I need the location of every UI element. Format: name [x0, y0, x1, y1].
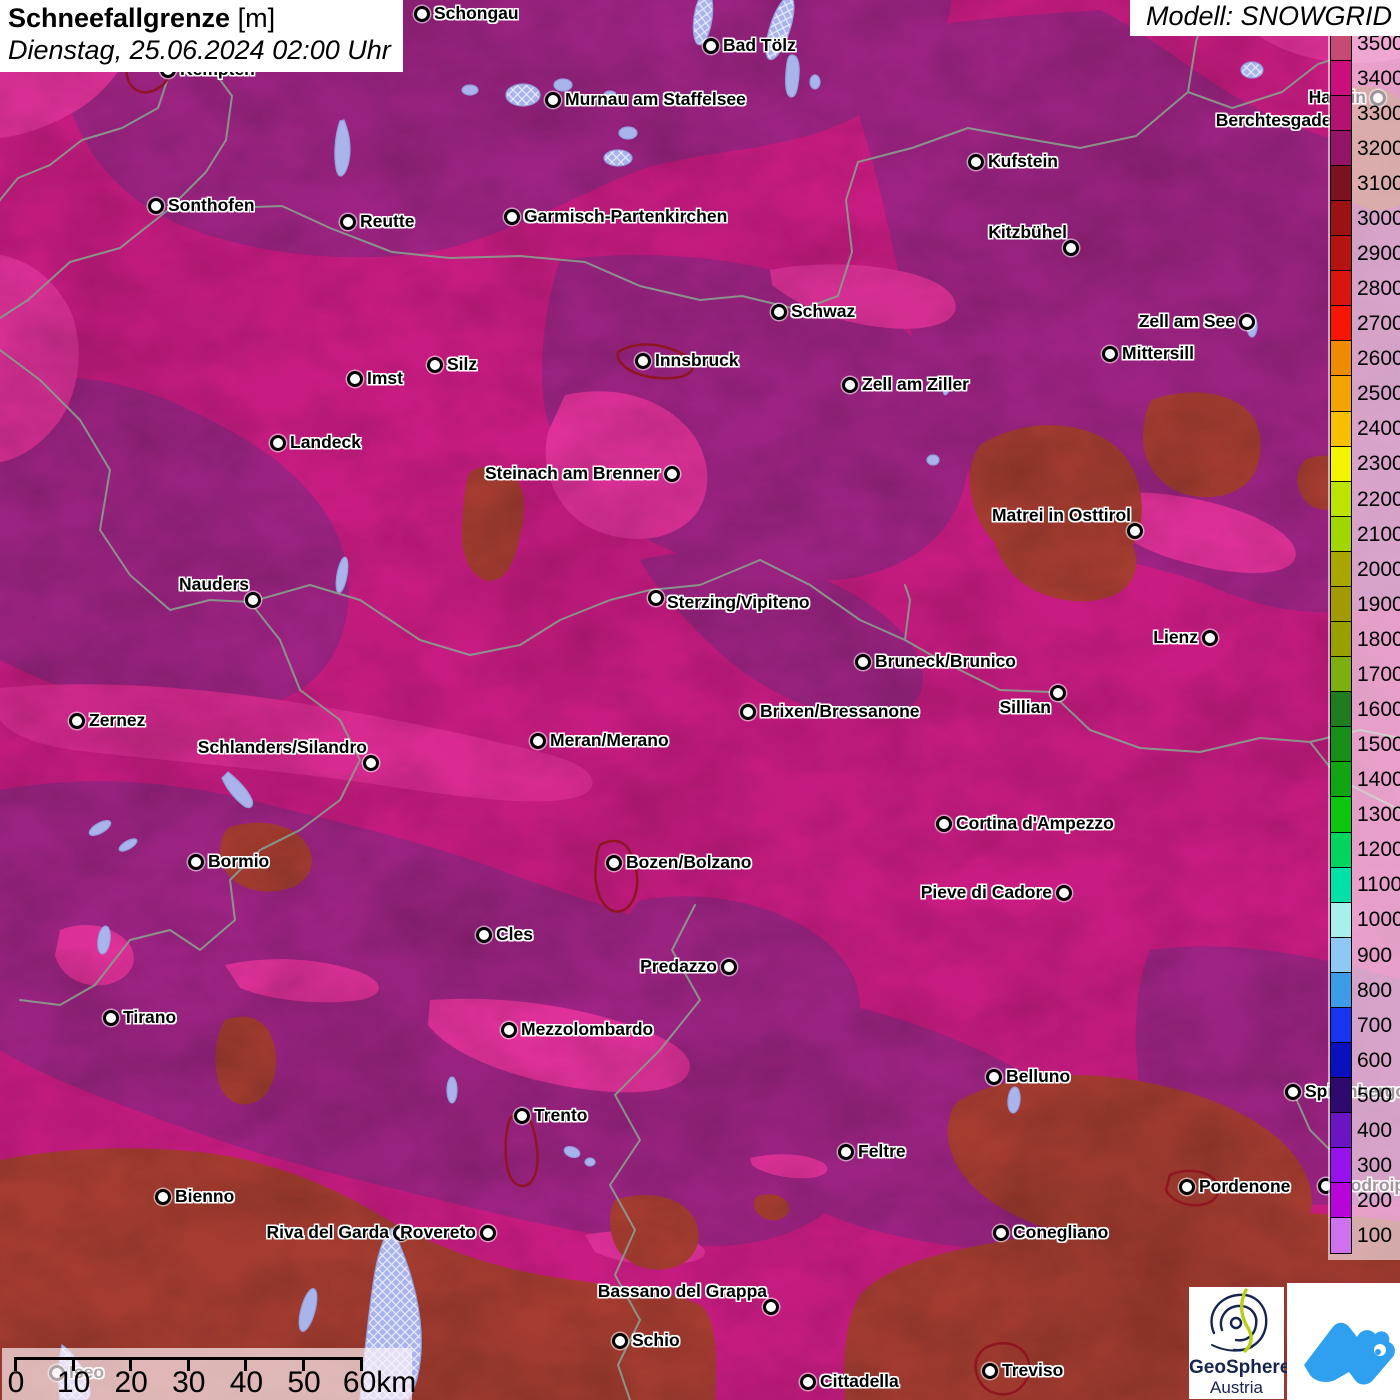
legend-color-segment: [1330, 902, 1352, 938]
legend-value: 2700: [1357, 307, 1399, 342]
legend-color-segment: [1330, 937, 1352, 973]
scale-label: 10: [57, 1366, 90, 1400]
legend-value: 2300: [1357, 447, 1399, 482]
legend-colorbar: [1330, 26, 1352, 1254]
scale-label: 30: [172, 1366, 205, 1400]
legend-color-segment: [1330, 270, 1352, 306]
legend-color-segment: [1330, 516, 1352, 552]
legend-value: 500: [1357, 1078, 1399, 1113]
legend-color-segment: [1330, 375, 1352, 411]
legend-value: 1600: [1357, 692, 1399, 727]
legend-color-segment: [1330, 1147, 1352, 1183]
legend-color-segment: [1330, 1217, 1352, 1253]
legend-value: 2900: [1357, 236, 1399, 271]
legend-value: 2500: [1357, 377, 1399, 412]
partner-logo-box: [1287, 1283, 1400, 1400]
legend-value: 2400: [1357, 412, 1399, 447]
scale-label: 0: [8, 1366, 25, 1400]
legend-value: 2200: [1357, 482, 1399, 517]
legend-color-segment: [1330, 551, 1352, 587]
legend-color-segment: [1330, 1182, 1352, 1218]
map-scale-bar: 0102030405060km: [2, 1348, 412, 1400]
legend-value: 2000: [1357, 552, 1399, 587]
legend-value: 1400: [1357, 763, 1399, 798]
geosphere-logo-subtext: Austria: [1189, 1378, 1284, 1397]
legend-value: 2800: [1357, 272, 1399, 307]
legend-value: 3100: [1357, 166, 1399, 201]
model-label: Modell: SNOWGRID: [1130, 0, 1400, 36]
legend-color-segment: [1330, 761, 1352, 797]
legend-color-segment: [1330, 691, 1352, 727]
legend-color-segment: [1330, 1112, 1352, 1148]
title-unit: [m]: [238, 3, 276, 33]
legend-value: 3300: [1357, 96, 1399, 131]
legend-color-segment: [1330, 165, 1352, 201]
legend-value: 1800: [1357, 622, 1399, 657]
scale-label: 40: [230, 1366, 263, 1400]
legend-color-segment: [1330, 972, 1352, 1008]
legend-color-segment: [1330, 60, 1352, 96]
legend-value: 3000: [1357, 201, 1399, 236]
legend-value: 900: [1357, 938, 1399, 973]
page-title: Schneefallgrenze [m]: [8, 3, 391, 34]
legend-value: 100: [1357, 1219, 1399, 1254]
legend-value: 1200: [1357, 833, 1399, 868]
weather-map-canvas: [0, 0, 1400, 1400]
title-datetime: Dienstag, 25.06.2024 02:00 Uhr: [8, 35, 391, 66]
map-title-box: Schneefallgrenze [m] Dienstag, 25.06.202…: [0, 0, 403, 72]
legend-color-segment: [1330, 726, 1352, 762]
snowfall-limit-map-page: SchongauBad TölzKemptenMurnau am Staffel…: [0, 0, 1400, 1400]
elevation-legend: 3500340033003200310030002900280027002600…: [1328, 22, 1400, 1260]
legend-color-segment: [1330, 1077, 1352, 1113]
legend-value: 1500: [1357, 728, 1399, 763]
legend-color-segment: [1330, 832, 1352, 868]
legend-color-segment: [1330, 235, 1352, 271]
legend-value: 800: [1357, 973, 1399, 1008]
legend-color-segment: [1330, 481, 1352, 517]
geosphere-logo-box: GeoSphere Austria: [1189, 1287, 1284, 1399]
legend-color-segment: [1330, 200, 1352, 236]
geosphere-logo-text: GeoSphere: [1189, 1358, 1284, 1378]
legend-color-segment: [1330, 796, 1352, 832]
legend-color-segment: [1330, 446, 1352, 482]
hillshade-noise: [0, 0, 1400, 1400]
legend-value: 700: [1357, 1008, 1399, 1043]
scale-label: 60km: [343, 1366, 416, 1400]
legend-value: 1000: [1357, 903, 1399, 938]
legend-color-segment: [1330, 621, 1352, 657]
legend-color-segment: [1330, 130, 1352, 166]
legend-value: 600: [1357, 1043, 1399, 1078]
legend-value: 2100: [1357, 517, 1399, 552]
legend-color-segment: [1330, 586, 1352, 622]
legend-color-segment: [1330, 867, 1352, 903]
legend-value: 300: [1357, 1149, 1399, 1184]
legend-value: 1100: [1357, 868, 1399, 903]
legend-value: 3200: [1357, 131, 1399, 166]
legend-value: 1700: [1357, 657, 1399, 692]
legend-color-segment: [1330, 656, 1352, 692]
mountain-logo-icon: [1287, 1283, 1400, 1400]
legend-value-labels: 3500340033003200310030002900280027002600…: [1357, 26, 1399, 1254]
legend-color-segment: [1330, 1007, 1352, 1043]
legend-color-segment: [1330, 95, 1352, 131]
legend-color-segment: [1330, 305, 1352, 341]
scale-label: 50: [287, 1366, 320, 1400]
legend-color-segment: [1330, 340, 1352, 376]
scale-label: 20: [115, 1366, 148, 1400]
legend-color-segment: [1330, 1042, 1352, 1078]
legend-value: 2600: [1357, 342, 1399, 377]
legend-value: 3400: [1357, 61, 1399, 96]
legend-value: 200: [1357, 1184, 1399, 1219]
legend-value: 1900: [1357, 587, 1399, 622]
legend-value: 1300: [1357, 798, 1399, 833]
geosphere-logo-icon: [1189, 1287, 1284, 1355]
legend-value: 400: [1357, 1113, 1399, 1148]
legend-color-segment: [1330, 411, 1352, 447]
title-text: Schneefallgrenze: [8, 3, 230, 33]
